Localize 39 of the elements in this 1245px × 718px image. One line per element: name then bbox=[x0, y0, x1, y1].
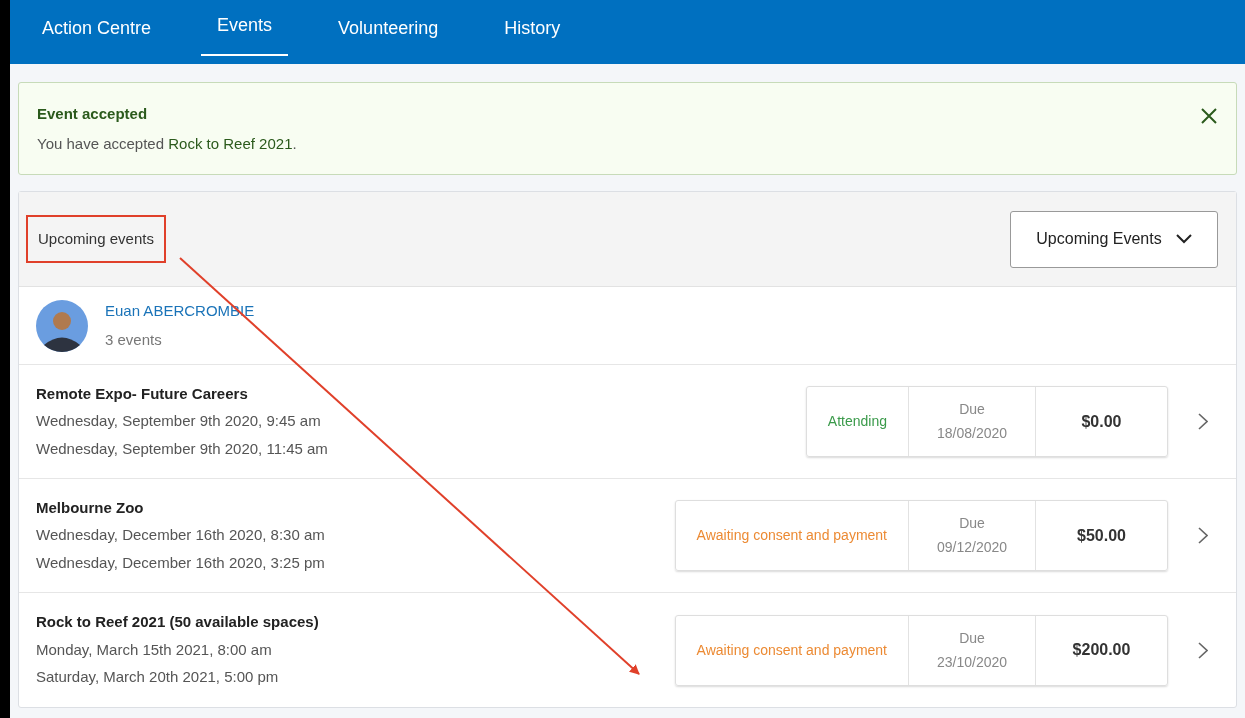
section-heading: Upcoming events bbox=[26, 214, 166, 264]
event-title: Remote Expo- Future Careers bbox=[36, 383, 249, 404]
event-row[interactable]: Remote Expo- Future Careers Wednesday, September 9th 2020, 9:45 am Wednesday, September 9th 2020, 11:45 am Attending Due 18/08/2020 $0.00 bbox=[19, 365, 1236, 479]
event-price: $0.00 bbox=[1035, 387, 1167, 456]
event-end: Wednesday, December 16th 2020, 3:25 pm bbox=[36, 552, 326, 573]
due-date: 09/12/2020 bbox=[936, 538, 1008, 557]
due-label: Due bbox=[959, 514, 985, 533]
chevron-right-icon[interactable] bbox=[1198, 527, 1208, 544]
due-label: Due bbox=[959, 400, 985, 419]
filter-dropdown[interactable]: Upcoming Events bbox=[1010, 210, 1218, 268]
chevron-right-icon[interactable] bbox=[1198, 413, 1208, 430]
nav-tab[interactable]: Action Centre bbox=[26, 0, 168, 64]
nav-tab[interactable]: Events bbox=[201, 0, 289, 56]
event-start: Wednesday, September 9th 2020, 9:45 am bbox=[36, 411, 322, 432]
event-price: $200.00 bbox=[1035, 615, 1167, 685]
chevron-right-icon[interactable] bbox=[1198, 641, 1208, 659]
close-icon[interactable] bbox=[1200, 107, 1218, 125]
avatar-icon bbox=[36, 299, 88, 352]
event-status: Attending bbox=[826, 412, 888, 431]
alert-title: Event accepted bbox=[37, 104, 149, 124]
event-end: Wednesday, September 9th 2020, 11:45 am bbox=[36, 438, 329, 459]
due-label: Due bbox=[959, 628, 985, 648]
event-price: $50.00 bbox=[1035, 501, 1167, 570]
event-start: Monday, March 15th 2021, 8:00 am bbox=[36, 639, 273, 660]
nav-tab[interactable]: History bbox=[488, 0, 577, 64]
event-status: Awaiting consent and payment bbox=[695, 640, 888, 660]
alert-message: You have accepted Rock to Reef 2021. bbox=[37, 133, 297, 154]
nav-tab[interactable]: Volunteering bbox=[322, 0, 455, 64]
event-start: Wednesday, December 16th 2020, 8:30 am bbox=[36, 525, 326, 546]
event-title: Rock to Reef 2021 (50 available spaces) bbox=[36, 612, 320, 633]
event-row[interactable]: Rock to Reef 2021 (50 available spaces) Monday, March 15th 2021, 8:00 am Saturday, March 20th 2021, 5:00 pm Awaiting consent and payment Due 23/10/2020 $200.00 bbox=[19, 593, 1236, 707]
chevron-down-icon bbox=[1175, 234, 1192, 244]
due-date: 23/10/2020 bbox=[936, 652, 1008, 672]
event-count: 3 events bbox=[105, 329, 163, 350]
event-title: Melbourne Zoo bbox=[36, 497, 145, 518]
due-date: 18/08/2020 bbox=[936, 424, 1008, 443]
event-end: Saturday, March 20th 2021, 5:00 pm bbox=[36, 667, 280, 688]
event-row[interactable]: Melbourne Zoo Wednesday, December 16th 2020, 8:30 am Wednesday, December 16th 2020, 3:25 pm Awaiting consent and payment Due 09/12/2020 $50.00 bbox=[19, 479, 1236, 593]
event-status: Awaiting consent and payment bbox=[695, 526, 888, 545]
